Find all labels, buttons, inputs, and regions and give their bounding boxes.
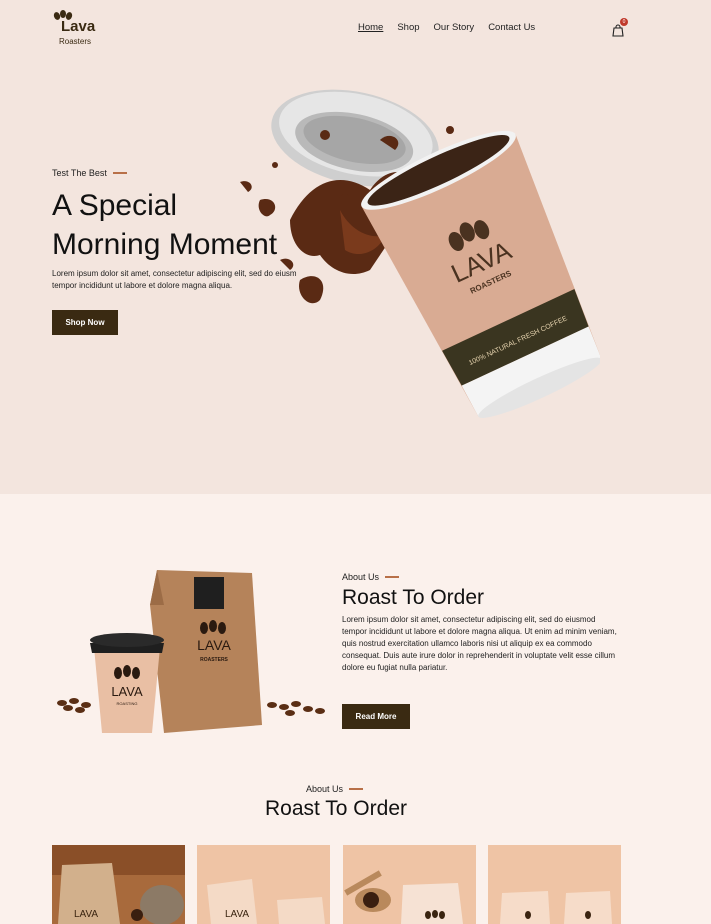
hero-section: Lava Roasters Home Shop Our Story Contac… xyxy=(0,0,711,494)
about-cup-sub-text: ROASTING xyxy=(117,701,138,706)
gallery-tile-4[interactable] xyxy=(488,845,621,924)
about-cup-brand-text: LAVA xyxy=(111,684,143,699)
tile1-brand-text: LAVA xyxy=(74,909,98,920)
cart-button[interactable]: 0 xyxy=(612,18,628,37)
bag-sub-text: ROASTERS xyxy=(200,657,228,663)
nav-shop[interactable]: Shop xyxy=(397,22,419,33)
tile2-brand-text: LAVA xyxy=(225,909,249,920)
logo-sub: Roasters xyxy=(59,37,92,46)
hero-eyebrow: Test The Best xyxy=(52,168,127,178)
about-eyebrow: About Us xyxy=(342,572,400,582)
about-title: Roast To Order xyxy=(342,586,485,609)
hero-eyebrow-text: Test The Best xyxy=(52,168,107,178)
nav-our-story[interactable]: Our Story xyxy=(434,22,475,33)
section2-eyebrow: About Us xyxy=(306,784,364,794)
coffee-bag-and-cup-image: LAVA ROASTERS LAVA ROASTING xyxy=(57,570,325,733)
logo[interactable]: Lava Roasters xyxy=(52,9,112,49)
section2-title: Roast To Order xyxy=(264,797,407,820)
about-eyebrow-text: About Us xyxy=(342,572,380,582)
main-menu: Home Shop Our Story Contact Us xyxy=(358,22,535,33)
hero-body-line2: tempor incididunt ut labore et dolore ma… xyxy=(52,281,233,290)
eyebrow-dash xyxy=(112,172,127,174)
coffee-cup-splash-image: LAVA ROASTERS 100% NATURAL FRESH COFFEE xyxy=(240,89,600,418)
shopping-bag-icon xyxy=(612,24,624,37)
gallery-tile-2[interactable]: LAVA xyxy=(197,845,330,924)
eyebrow-dash xyxy=(349,788,364,790)
nav-contact-us[interactable]: Contact Us xyxy=(488,22,535,33)
gallery-tile-1[interactable]: LAVA xyxy=(52,845,185,924)
hero-title-line1: A Special xyxy=(52,189,178,222)
top-nav: Lava Roasters Home Shop Our Story Contac… xyxy=(0,0,711,60)
product-gallery: LAVA LAVA xyxy=(52,845,622,924)
read-more-button[interactable]: Read More xyxy=(342,704,410,729)
about-body: Lorem ipsum dolor sit amet, consectetur … xyxy=(342,615,617,672)
logo-brand: Lava xyxy=(61,18,96,35)
bag-brand-text: LAVA xyxy=(197,637,231,653)
section2-eyebrow-text: About Us xyxy=(306,784,344,794)
eyebrow-dash xyxy=(385,576,400,578)
cart-count-badge: 0 xyxy=(620,18,628,26)
shop-now-button[interactable]: Shop Now xyxy=(52,310,118,335)
nav-home[interactable]: Home xyxy=(358,22,383,33)
gallery-tile-3[interactable] xyxy=(343,845,476,924)
